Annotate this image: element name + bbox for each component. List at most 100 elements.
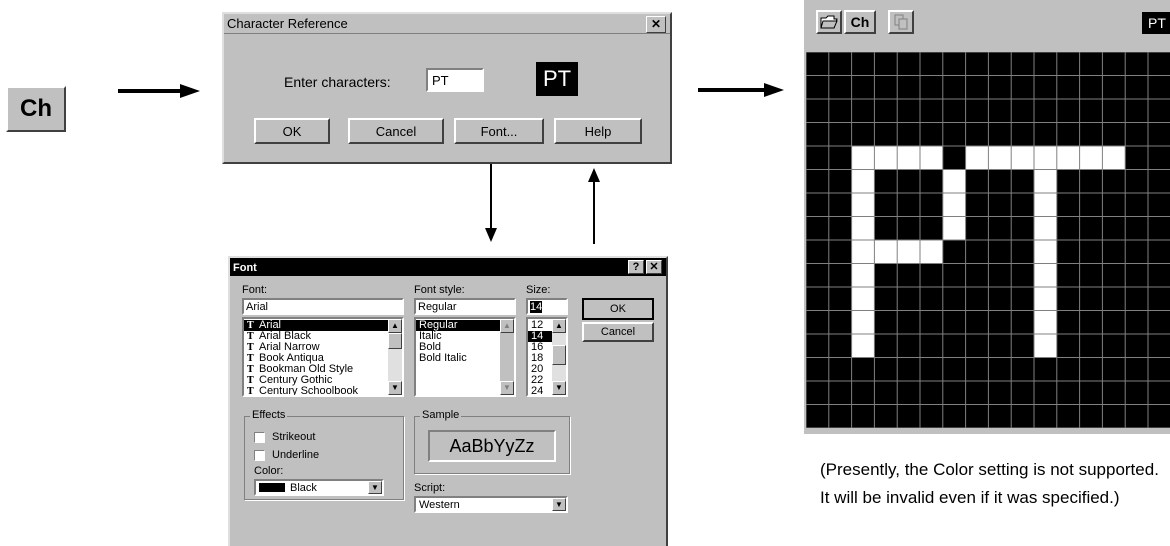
font-label: Font: — [242, 284, 268, 296]
chevron-down-icon[interactable]: ▼ — [368, 481, 382, 494]
pixel-cell-on[interactable] — [942, 216, 966, 241]
pixel-cell-on[interactable] — [988, 146, 1012, 170]
scroll-down-icon[interactable]: ▼ — [500, 381, 514, 395]
font-name-input[interactable]: Arial — [242, 298, 404, 315]
strikeout-checkbox[interactable] — [254, 432, 265, 443]
truetype-icon: T — [247, 387, 254, 397]
dialog-titlebar: Character Reference — [224, 14, 670, 34]
scroll-up-icon[interactable]: ▲ — [388, 319, 402, 333]
pixel-cell-on[interactable] — [1034, 193, 1057, 217]
characters-input-value: PT — [432, 73, 449, 88]
strikeout-label: Strikeout — [272, 431, 316, 443]
size-list[interactable]: 12 14 16 18 20 22 24 ▲ ▼ — [526, 317, 568, 397]
pixel-cell-on[interactable] — [897, 240, 920, 264]
color-value: Black — [290, 482, 317, 494]
flow-arrow-down — [485, 164, 497, 242]
scroll-thumb[interactable] — [552, 345, 566, 365]
copy-button[interactable] — [888, 10, 914, 34]
pixel-cell-on[interactable] — [920, 146, 943, 170]
character-reference-button[interactable]: Ch — [844, 10, 876, 34]
underline-label: Underline — [272, 449, 320, 461]
size-input[interactable]: 14 — [526, 298, 568, 315]
pixel-cell-on[interactable] — [1034, 263, 1057, 288]
editor-preview-text: PT — [1148, 15, 1166, 31]
help-button[interactable]: Help — [554, 118, 642, 144]
pixel-cell-on[interactable] — [1034, 334, 1057, 358]
pixel-cell-on[interactable] — [851, 193, 875, 217]
pixel-cell-on[interactable] — [897, 146, 920, 170]
sample-label: Sample — [420, 409, 462, 421]
pixel-cell-on[interactable] — [851, 169, 875, 194]
font-list-scrollbar[interactable]: ▲ ▼ — [388, 319, 402, 395]
pixel-cell-on[interactable] — [851, 146, 875, 170]
folder-icon — [820, 15, 838, 29]
pixel-cell-on[interactable] — [851, 287, 875, 311]
enter-characters-label: Enter characters: — [284, 74, 391, 90]
font-button[interactable]: Font... — [454, 118, 544, 144]
font-style-list[interactable]: Regular Italic Bold Bold Italic ▲ ▼ — [414, 317, 516, 397]
help-icon[interactable]: ? — [628, 260, 644, 274]
font-list[interactable]: T Arial T Arial Black T Arial Narrow T Book … — [242, 317, 404, 397]
script-select[interactable]: Western ▼ — [414, 496, 568, 513]
style-list-scrollbar[interactable]: ▲ ▼ — [500, 319, 514, 395]
font-cancel-button[interactable]: Cancel — [582, 322, 654, 342]
font-ok-button[interactable]: OK — [582, 298, 654, 320]
font-list-item[interactable]: T Century Schoolbook — [244, 386, 402, 397]
characters-input[interactable]: PT — [426, 68, 484, 92]
pixel-cell-on[interactable] — [1034, 287, 1057, 311]
color-note-text: (Presently, the Color setting is not sup… — [820, 460, 1159, 507]
scroll-up-icon[interactable]: ▲ — [552, 319, 566, 333]
script-label: Script: — [414, 482, 446, 494]
character-editor-window: Ch PT — [804, 0, 1170, 434]
pixel-cell-on[interactable] — [851, 216, 875, 241]
size-list-scrollbar[interactable]: ▲ ▼ — [552, 319, 566, 395]
chevron-down-icon[interactable]: ▼ — [552, 498, 566, 511]
open-folder-button[interactable] — [816, 10, 842, 34]
pixel-cell-on[interactable] — [1011, 146, 1034, 170]
ok-button[interactable]: OK — [254, 118, 330, 144]
effects-label: Effects — [250, 409, 288, 421]
sample-preview: AaBbYyZz — [428, 430, 556, 462]
flow-arrow-right-2 — [698, 83, 784, 97]
pixel-cell-on[interactable] — [1102, 146, 1126, 170]
font-dialog: Font ? ✕ Font: Arial T Arial T Arial Black… — [228, 256, 668, 546]
pixel-cell-on[interactable] — [874, 240, 898, 264]
character-reference-dialog: Character Reference ✕ Enter characters: … — [222, 12, 672, 164]
pixel-cell-on[interactable] — [1056, 146, 1080, 170]
pixel-cell-on[interactable] — [1034, 216, 1057, 241]
dialog-title: Character Reference — [227, 16, 348, 31]
cancel-button[interactable]: Cancel — [348, 118, 444, 144]
underline-checkbox[interactable] — [254, 450, 265, 461]
font-style-input[interactable]: Regular — [414, 298, 516, 315]
pixel-grid-svg[interactable] — [806, 52, 1170, 428]
pixel-cell-on[interactable] — [851, 310, 875, 335]
color-swatch — [259, 483, 285, 492]
pixel-cell-on[interactable] — [1034, 240, 1057, 264]
pixel-cell-on[interactable] — [942, 193, 966, 217]
scroll-down-icon[interactable]: ▼ — [388, 381, 402, 395]
character-reference-toolbar-button[interactable]: Ch — [6, 86, 66, 132]
pixel-cell-on[interactable] — [851, 334, 875, 358]
size-value: 14 — [530, 301, 543, 313]
scroll-up-icon[interactable]: ▲ — [500, 319, 514, 333]
close-icon[interactable]: ✕ — [646, 16, 666, 33]
pixel-cell-on[interactable] — [1034, 146, 1057, 170]
color-select[interactable]: Black ▼ — [254, 479, 384, 496]
pixel-cell-on[interactable] — [965, 146, 989, 170]
scroll-down-icon[interactable]: ▼ — [552, 381, 566, 395]
pixel-cell-on[interactable] — [942, 169, 966, 194]
pixel-cell-on[interactable] — [1034, 310, 1057, 335]
pixel-cell-on[interactable] — [851, 263, 875, 288]
pixel-cell-on[interactable] — [874, 146, 898, 170]
close-icon[interactable]: ✕ — [646, 260, 662, 274]
font-style-value: Regular — [418, 301, 457, 313]
pixel-cell-on[interactable] — [920, 240, 943, 264]
pixel-cell-on[interactable] — [1034, 169, 1057, 194]
color-note: (Presently, the Color setting is not sup… — [820, 456, 1160, 512]
font-dialog-titlebar: Font — [230, 258, 666, 276]
character-preview: PT — [536, 62, 578, 96]
pixel-cell-on[interactable] — [1079, 146, 1103, 170]
pixel-grid[interactable] — [806, 52, 1170, 428]
scroll-thumb[interactable] — [388, 333, 402, 349]
pixel-cell-on[interactable] — [851, 240, 875, 264]
